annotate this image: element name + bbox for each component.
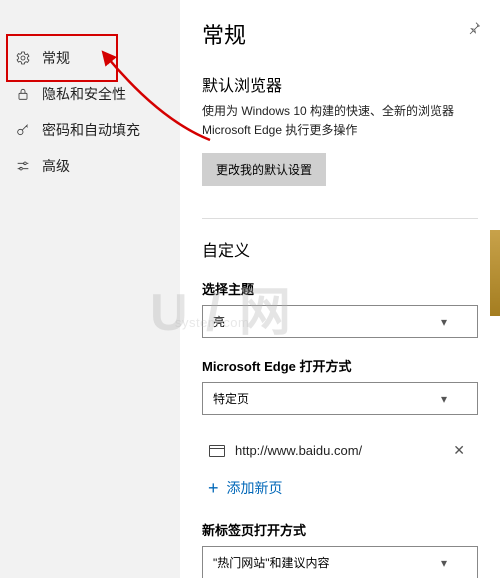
- open-with-select[interactable]: 特定页 ▾: [202, 382, 478, 415]
- open-with-value: 特定页: [213, 390, 249, 407]
- default-browser-desc: 使用为 Windows 10 构建的快速、全新的浏览器 Microsoft Ed…: [202, 102, 478, 139]
- theme-select-value: 亮: [213, 313, 225, 330]
- chevron-down-icon: ▾: [441, 392, 447, 406]
- new-tab-select[interactable]: "热门网站"和建议内容 ▾: [202, 546, 478, 578]
- startup-page-row: http://www.baidu.com/ ✕: [202, 433, 478, 468]
- default-browser-heading: 默认浏览器: [202, 72, 478, 96]
- sidebar-item-advanced[interactable]: 高级: [0, 148, 180, 184]
- sidebar-item-general[interactable]: 常规: [0, 40, 180, 76]
- sidebar-item-passwords[interactable]: 密码和自动填充: [0, 112, 180, 148]
- chevron-down-icon: ▾: [441, 556, 447, 570]
- key-icon: [14, 121, 32, 139]
- new-tab-value: "热门网站"和建议内容: [213, 554, 330, 571]
- settings-main: 常规 默认浏览器 使用为 Windows 10 构建的快速、全新的浏览器 Mic…: [180, 0, 500, 578]
- theme-select[interactable]: 亮 ▾: [202, 305, 478, 338]
- open-with-label: Microsoft Edge 打开方式: [202, 356, 478, 375]
- lock-icon: [14, 85, 32, 103]
- new-tab-label: 新标签页打开方式: [202, 520, 478, 539]
- startup-page-url[interactable]: http://www.baidu.com/: [235, 443, 437, 458]
- sidebar-item-privacy[interactable]: 隐私和安全性: [0, 76, 180, 112]
- sidebar-item-label: 密码和自动填充: [42, 120, 140, 140]
- chevron-down-icon: ▾: [441, 315, 447, 329]
- customize-heading: 自定义: [202, 237, 478, 261]
- remove-page-button[interactable]: ✕: [447, 442, 471, 459]
- sidebar-item-label: 隐私和安全性: [42, 84, 126, 104]
- add-new-page-button[interactable]: + 添加新页: [202, 468, 478, 520]
- sliders-icon: [14, 157, 32, 175]
- page-icon: [209, 445, 225, 457]
- divider: [202, 218, 478, 219]
- gear-icon: [14, 49, 32, 67]
- plus-icon: +: [208, 479, 219, 497]
- pin-button[interactable]: [466, 20, 482, 41]
- sidebar-item-label: 常规: [42, 48, 70, 68]
- sidebar-item-label: 高级: [42, 156, 70, 176]
- scrollbar-thumb[interactable]: [490, 230, 500, 316]
- page-title: 常规: [202, 18, 478, 50]
- add-new-page-label: 添加新页: [227, 478, 283, 498]
- theme-label: 选择主题: [202, 279, 478, 298]
- change-defaults-button[interactable]: 更改我的默认设置: [202, 153, 326, 186]
- settings-sidebar: 常规 隐私和安全性 密码和自动填充 高级: [0, 0, 180, 578]
